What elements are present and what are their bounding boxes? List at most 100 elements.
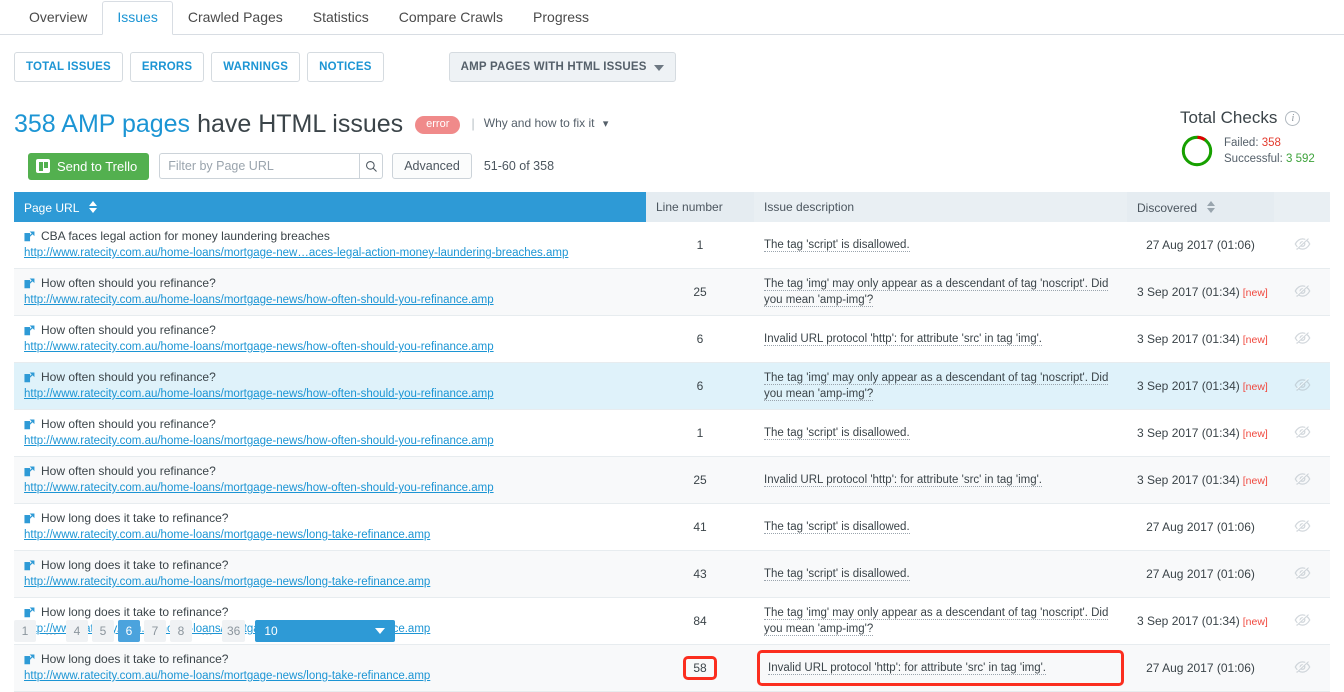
filter-errors[interactable]: ERRORS bbox=[130, 52, 204, 82]
issue-description-text[interactable]: Invalid URL protocol 'http': for attribu… bbox=[764, 474, 1042, 487]
filter-warnings[interactable]: WARNINGS bbox=[211, 52, 300, 82]
cell-page-url: How long does it take to refinance? http:… bbox=[14, 504, 646, 551]
page-title-text: How often should you refinance? bbox=[24, 370, 636, 385]
hide-issue-icon[interactable] bbox=[1294, 566, 1311, 580]
table-row[interactable]: How often should you refinance?http://ww… bbox=[14, 410, 1330, 457]
hide-issue-icon[interactable] bbox=[1294, 613, 1311, 627]
table-row[interactable]: How often should you refinance?http://ww… bbox=[14, 316, 1330, 363]
table-row[interactable]: How often should you refinance? http://ww… bbox=[14, 363, 1330, 410]
hide-issue-icon[interactable] bbox=[1294, 331, 1311, 345]
successful-checks-row: Successful: 3 592 bbox=[1224, 151, 1315, 167]
hide-issue-icon[interactable] bbox=[1294, 378, 1311, 392]
search-input[interactable] bbox=[159, 153, 359, 179]
external-link-icon bbox=[24, 466, 35, 477]
cell-actions bbox=[1274, 410, 1330, 457]
page-button-7[interactable]: 7 bbox=[144, 620, 166, 642]
table-row[interactable]: How long does it take to refinance? http:… bbox=[14, 504, 1330, 551]
issue-description-text[interactable]: Invalid URL protocol 'http': for attribu… bbox=[764, 333, 1042, 346]
column-header-page-url[interactable]: Page URL bbox=[14, 192, 646, 222]
sort-arrows-icon bbox=[89, 201, 98, 213]
sort-arrows-icon bbox=[1207, 201, 1216, 213]
page-button-8[interactable]: 8 bbox=[170, 620, 192, 642]
discovered-date: 3 Sep 2017 (01:34) bbox=[1137, 614, 1240, 628]
hide-issue-icon[interactable] bbox=[1294, 472, 1311, 486]
hide-issue-icon[interactable] bbox=[1294, 237, 1311, 251]
search-button[interactable] bbox=[359, 153, 383, 179]
hide-issue-icon[interactable] bbox=[1294, 425, 1311, 439]
main-tab-bar: Overview Issues Crawled Pages Statistics… bbox=[0, 0, 1344, 35]
tab-statistics[interactable]: Statistics bbox=[298, 1, 384, 35]
tab-progress[interactable]: Progress bbox=[518, 1, 604, 35]
page-title-count[interactable]: 358 AMP pages bbox=[14, 110, 190, 138]
issue-description-text[interactable]: The tag 'script' is disallowed. bbox=[764, 427, 910, 440]
table-row[interactable]: How often should you refinance? http://ww… bbox=[14, 269, 1330, 316]
discovered-date: 3 Sep 2017 (01:34) bbox=[1137, 473, 1240, 487]
page-header: 358 AMP pages have HTML issues error | W… bbox=[0, 85, 1344, 182]
issue-description-text[interactable]: The tag 'script' is disallowed. bbox=[764, 521, 910, 534]
why-and-how-to-fix-it-link[interactable]: Why and how to fix it ▾ bbox=[484, 109, 609, 138]
table-toolbar: Send to Trello Advanced 51-60 of 358 bbox=[14, 138, 1344, 182]
page-url-link[interactable]: http://www.ratecity.com.au/home-loans/mo… bbox=[24, 246, 636, 261]
hide-issue-icon[interactable] bbox=[1294, 660, 1311, 674]
page-button-36[interactable]: 36 bbox=[222, 620, 245, 642]
page-url-link[interactable]: http://www.ratecity.com.au/home-loans/mo… bbox=[24, 434, 636, 449]
page-title-label: How often should you refinance? bbox=[41, 276, 216, 291]
search-icon bbox=[365, 160, 378, 173]
page-button-5[interactable]: 5 bbox=[92, 620, 114, 642]
table-row[interactable]: How long does it take to refinance?http:… bbox=[14, 551, 1330, 598]
issue-description-text[interactable]: The tag 'img' may only appear as a desce… bbox=[764, 372, 1108, 401]
rows-per-page-select[interactable]: 10 bbox=[255, 620, 395, 642]
page-url-link[interactable]: http://www.ratecity.com.au/home-loans/mo… bbox=[24, 575, 636, 590]
why-and-how-to-fix-it-label: Why and how to fix it bbox=[484, 116, 595, 130]
page-url-link[interactable]: http://www.ratecity.com.au/home-loans/mo… bbox=[24, 293, 636, 308]
external-link-icon bbox=[24, 231, 35, 242]
filter-notices[interactable]: NOTICES bbox=[307, 52, 384, 82]
issue-description-text[interactable]: Invalid URL protocol 'http': for attribu… bbox=[768, 662, 1046, 675]
external-link-icon bbox=[24, 419, 35, 430]
tab-issues[interactable]: Issues bbox=[102, 1, 172, 35]
tab-crawled-pages[interactable]: Crawled Pages bbox=[173, 1, 298, 35]
tab-compare-crawls[interactable]: Compare Crawls bbox=[384, 1, 518, 35]
page-url-link[interactable]: http://www.ratecity.com.au/home-loans/mo… bbox=[24, 387, 636, 402]
advanced-filter-button[interactable]: Advanced bbox=[392, 153, 472, 179]
cell-actions bbox=[1274, 551, 1330, 598]
tab-overview[interactable]: Overview bbox=[14, 1, 102, 35]
info-icon[interactable]: i bbox=[1285, 111, 1300, 126]
table-row[interactable]: CBA faces legal action for money launder… bbox=[14, 222, 1330, 269]
column-header-page-url-label: Page URL bbox=[24, 201, 79, 215]
chevron-down-icon: ▾ bbox=[603, 110, 609, 138]
new-badge: [new] bbox=[1243, 428, 1268, 440]
page-button-1[interactable]: 1 bbox=[14, 620, 36, 642]
page-title-label: How often should you refinance? bbox=[41, 464, 216, 479]
cell-page-url: How often should you refinance? http://ww… bbox=[14, 457, 646, 504]
page-url-link[interactable]: http://www.ratecity.com.au/home-loans/mo… bbox=[24, 340, 636, 355]
page-title-text: How long does it take to refinance? bbox=[24, 511, 636, 526]
page-url-link[interactable]: http://www.ratecity.com.au/home-loans/mo… bbox=[24, 481, 636, 496]
issue-description-text[interactable]: The tag 'script' is disallowed. bbox=[764, 239, 910, 252]
cell-line-number: 6 bbox=[646, 363, 754, 410]
page-url-link[interactable]: http://www.ratecity.com.au/home-loans/mo… bbox=[24, 669, 636, 684]
issue-description-text[interactable]: The tag 'script' is disallowed. bbox=[764, 568, 910, 581]
filter-search-box bbox=[159, 153, 383, 179]
column-header-line-number: Line number bbox=[646, 192, 754, 222]
cell-line-number: 25 bbox=[646, 269, 754, 316]
page-button-4[interactable]: 4 bbox=[66, 620, 88, 642]
cell-line-number: 58 bbox=[646, 645, 754, 692]
issue-description-text[interactable]: The tag 'img' may only appear as a desce… bbox=[764, 278, 1108, 307]
page-url-link[interactable]: http://www.ratecity.com.au/home-loans/mo… bbox=[24, 528, 636, 543]
cell-discovered: 3 Sep 2017 (01:34)[new] bbox=[1127, 457, 1274, 504]
send-to-trello-button[interactable]: Send to Trello bbox=[28, 153, 149, 180]
cell-issue-description: The tag 'script' is disallowed. bbox=[754, 222, 1127, 269]
issue-description-text[interactable]: The tag 'img' may only appear as a desce… bbox=[764, 607, 1108, 636]
table-row[interactable]: How long does it take to refinance?http:… bbox=[14, 645, 1330, 692]
hide-issue-icon[interactable] bbox=[1294, 284, 1311, 298]
failed-checks-row: Failed: 358 bbox=[1224, 135, 1315, 151]
page-button-6[interactable]: 6 bbox=[118, 620, 140, 642]
table-row[interactable]: How often should you refinance? http://ww… bbox=[14, 457, 1330, 504]
cell-line-number: 41 bbox=[646, 504, 754, 551]
total-checks-title-row: Total Checks i bbox=[1180, 108, 1330, 128]
filter-total-issues[interactable]: TOTAL ISSUES bbox=[14, 52, 123, 82]
hide-issue-icon[interactable] bbox=[1294, 519, 1311, 533]
issue-type-select[interactable]: AMP PAGES WITH HTML ISSUES bbox=[449, 52, 676, 82]
column-header-discovered[interactable]: Discovered bbox=[1127, 192, 1274, 222]
